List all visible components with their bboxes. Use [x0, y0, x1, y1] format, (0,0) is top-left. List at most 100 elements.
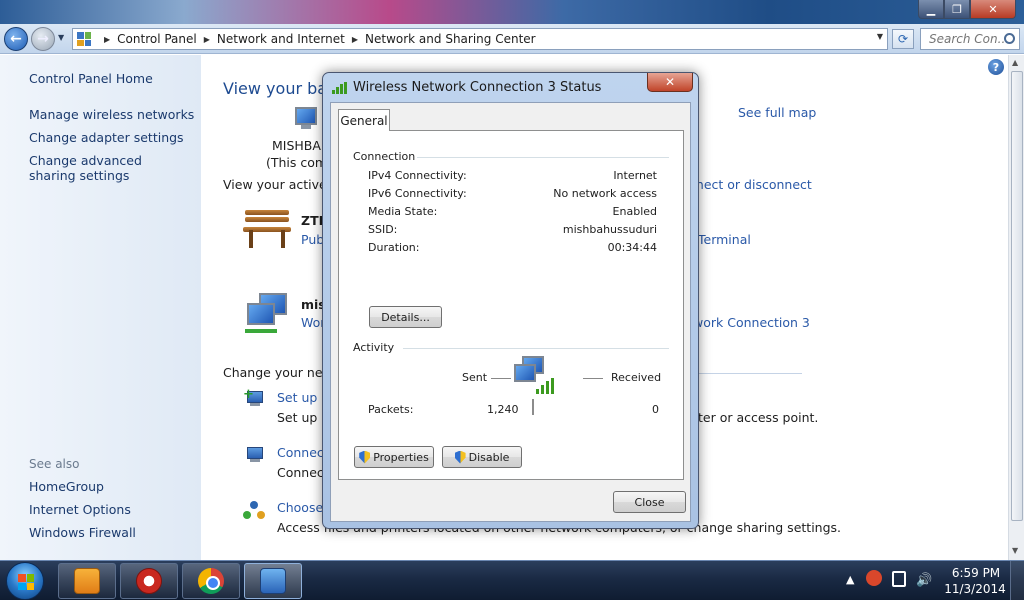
show-hidden-icons-icon[interactable]: ▲	[846, 573, 854, 586]
media-state-label: Media State:	[368, 205, 438, 218]
chevron-right-icon[interactable]: ▶	[104, 35, 110, 44]
control-panel-home-link[interactable]: Control Panel Home	[29, 71, 153, 86]
scroll-down-icon[interactable]: ▼	[1012, 546, 1018, 555]
dialog-close-button[interactable]: ✕	[647, 73, 693, 92]
clock-time[interactable]: 6:59 PM	[948, 566, 1004, 580]
connect-to-network-description: Connect	[277, 465, 329, 480]
scroll-up-icon[interactable]: ▲	[1012, 58, 1018, 67]
download-app-icon	[136, 568, 162, 594]
volume-icon[interactable]: 🔊	[916, 573, 932, 588]
window-title-bar[interactable]: ▁ ❐ ✕	[0, 0, 1024, 24]
back-button[interactable]: ←	[4, 27, 28, 51]
action-center-icon[interactable]	[892, 571, 906, 587]
activity-group-label: Activity	[353, 341, 395, 354]
uac-shield-icon	[454, 450, 466, 464]
internet-options-link[interactable]: Internet Options	[29, 502, 131, 517]
address-bar[interactable]: ▶ Control Panel ▶ Network and Internet ▶…	[72, 28, 888, 50]
close-dialog-button[interactable]: Close	[613, 491, 686, 513]
recent-pages-dropdown-icon[interactable]: ▼	[58, 33, 64, 42]
uac-shield-icon	[359, 450, 371, 464]
chrome-icon	[198, 568, 224, 594]
ssid-value: mishbahussuduri	[562, 223, 657, 236]
setup-connection-icon: +	[243, 388, 265, 409]
work-network-icon	[243, 293, 295, 337]
homegroup-sharing-icon	[243, 501, 265, 521]
sent-label: Sent	[462, 371, 488, 384]
computer-icon	[289, 107, 323, 135]
details-button[interactable]: Details...	[369, 306, 442, 328]
system-tray: ▲ 🔊 6:59 PM 11/3/2014	[840, 561, 1024, 600]
homegroup-link[interactable]: HomeGroup	[29, 479, 104, 494]
dialog-body: General Connection IPv4 Connectivity: In…	[330, 102, 691, 522]
connect-to-network-link[interactable]: Connect	[277, 445, 329, 460]
see-full-map-link[interactable]: See full map	[738, 105, 816, 120]
disable-button[interactable]: Disable	[442, 446, 522, 468]
duration-value: 00:34:44	[607, 241, 657, 254]
windows-firewall-link[interactable]: Windows Firewall	[29, 525, 136, 540]
dialog-title: Wireless Network Connection 3 Status	[353, 80, 602, 95]
left-navigation-pane: Control Panel Home Manage wireless netwo…	[0, 55, 201, 560]
properties-button[interactable]: Properties	[354, 446, 434, 468]
connect-or-disconnect-link[interactable]: nnect or disconnect	[688, 177, 812, 192]
duration-label: Duration:	[368, 241, 420, 254]
breadcrumb-network-sharing-center[interactable]: Network and Sharing Center	[365, 32, 536, 46]
taskbar-app-downloader[interactable]	[120, 563, 178, 599]
minimize-button[interactable]: ▁	[918, 0, 944, 19]
security-tray-icon[interactable]	[866, 570, 882, 586]
ipv6-label: IPv6 Connectivity:	[368, 187, 467, 200]
sent-line	[491, 378, 511, 379]
group-divider	[403, 348, 669, 349]
windows-logo-icon	[18, 574, 34, 590]
taskbar: ▲ 🔊 6:59 PM 11/3/2014	[0, 560, 1024, 600]
chevron-right-icon[interactable]: ▶	[352, 35, 358, 44]
navigation-bar: ← → ▼ ▶ Control Panel ▶ Network and Inte…	[0, 24, 1024, 54]
scrollbar-thumb[interactable]	[1011, 71, 1023, 521]
change-advanced-sharing-link[interactable]: Change advanced sharing settings	[29, 153, 179, 183]
close-button[interactable]: ✕	[970, 0, 1016, 19]
change-adapter-settings-link[interactable]: Change adapter settings	[29, 130, 184, 145]
maximize-button[interactable]: ❐	[944, 0, 970, 19]
breadcrumb-control-panel[interactable]: Control Panel	[117, 32, 197, 46]
signal-strength-icon	[332, 82, 348, 94]
search-icon	[1004, 33, 1015, 44]
tab-general[interactable]: General	[338, 109, 390, 131]
ipv6-value: No network access	[553, 187, 657, 200]
connection-group-label: Connection	[353, 150, 416, 163]
clock-date[interactable]: 11/3/2014	[942, 582, 1008, 596]
taskbar-app-network[interactable]	[244, 563, 302, 599]
section-divider	[698, 373, 802, 374]
control-panel-icon	[77, 32, 91, 46]
start-button[interactable]	[6, 562, 44, 600]
address-dropdown-icon[interactable]: ▼	[877, 32, 883, 41]
ipv4-label: IPv4 Connectivity:	[368, 169, 467, 182]
general-tab-panel: Connection IPv4 Connectivity: Internet I…	[338, 130, 684, 480]
change-network-settings-label: Change your netw	[223, 365, 338, 380]
see-also-label: See also	[29, 457, 80, 471]
taskbar-app-cat[interactable]	[58, 563, 116, 599]
search-input[interactable]	[929, 32, 1007, 46]
network-activity-icon	[512, 356, 556, 400]
refresh-button[interactable]: ⟳	[892, 29, 914, 49]
help-icon[interactable]: ?	[988, 59, 1004, 75]
search-box[interactable]	[920, 28, 1020, 50]
manage-wireless-networks-link[interactable]: Manage wireless networks	[29, 107, 194, 122]
public-network-bench-icon	[243, 208, 291, 250]
breadcrumb-network-and-internet[interactable]: Network and Internet	[217, 32, 345, 46]
page-title: View your bas	[223, 79, 336, 98]
received-label: Received	[611, 371, 662, 384]
vertical-scrollbar[interactable]: ▲ ▼	[1008, 55, 1024, 560]
setup-connection-description-tail: ter or access point.	[698, 410, 819, 425]
network-zte-connection-link[interactable]: Terminal	[698, 232, 751, 247]
show-desktop-button[interactable]	[1010, 561, 1024, 600]
properties-button-label: Properties	[373, 450, 429, 464]
connect-to-network-icon	[243, 445, 265, 465]
forward-button[interactable]: →	[31, 27, 55, 51]
taskbar-app-chrome[interactable]	[182, 563, 240, 599]
packets-received-value: 0	[652, 403, 659, 416]
wireless-connection-link[interactable]: work Connection 3	[693, 315, 810, 330]
ssid-label: SSID:	[368, 223, 398, 236]
network-zte-type-link[interactable]: Pub	[301, 232, 324, 247]
network-app-icon	[260, 568, 286, 594]
packets-divider	[532, 399, 534, 415]
chevron-right-icon[interactable]: ▶	[204, 35, 210, 44]
